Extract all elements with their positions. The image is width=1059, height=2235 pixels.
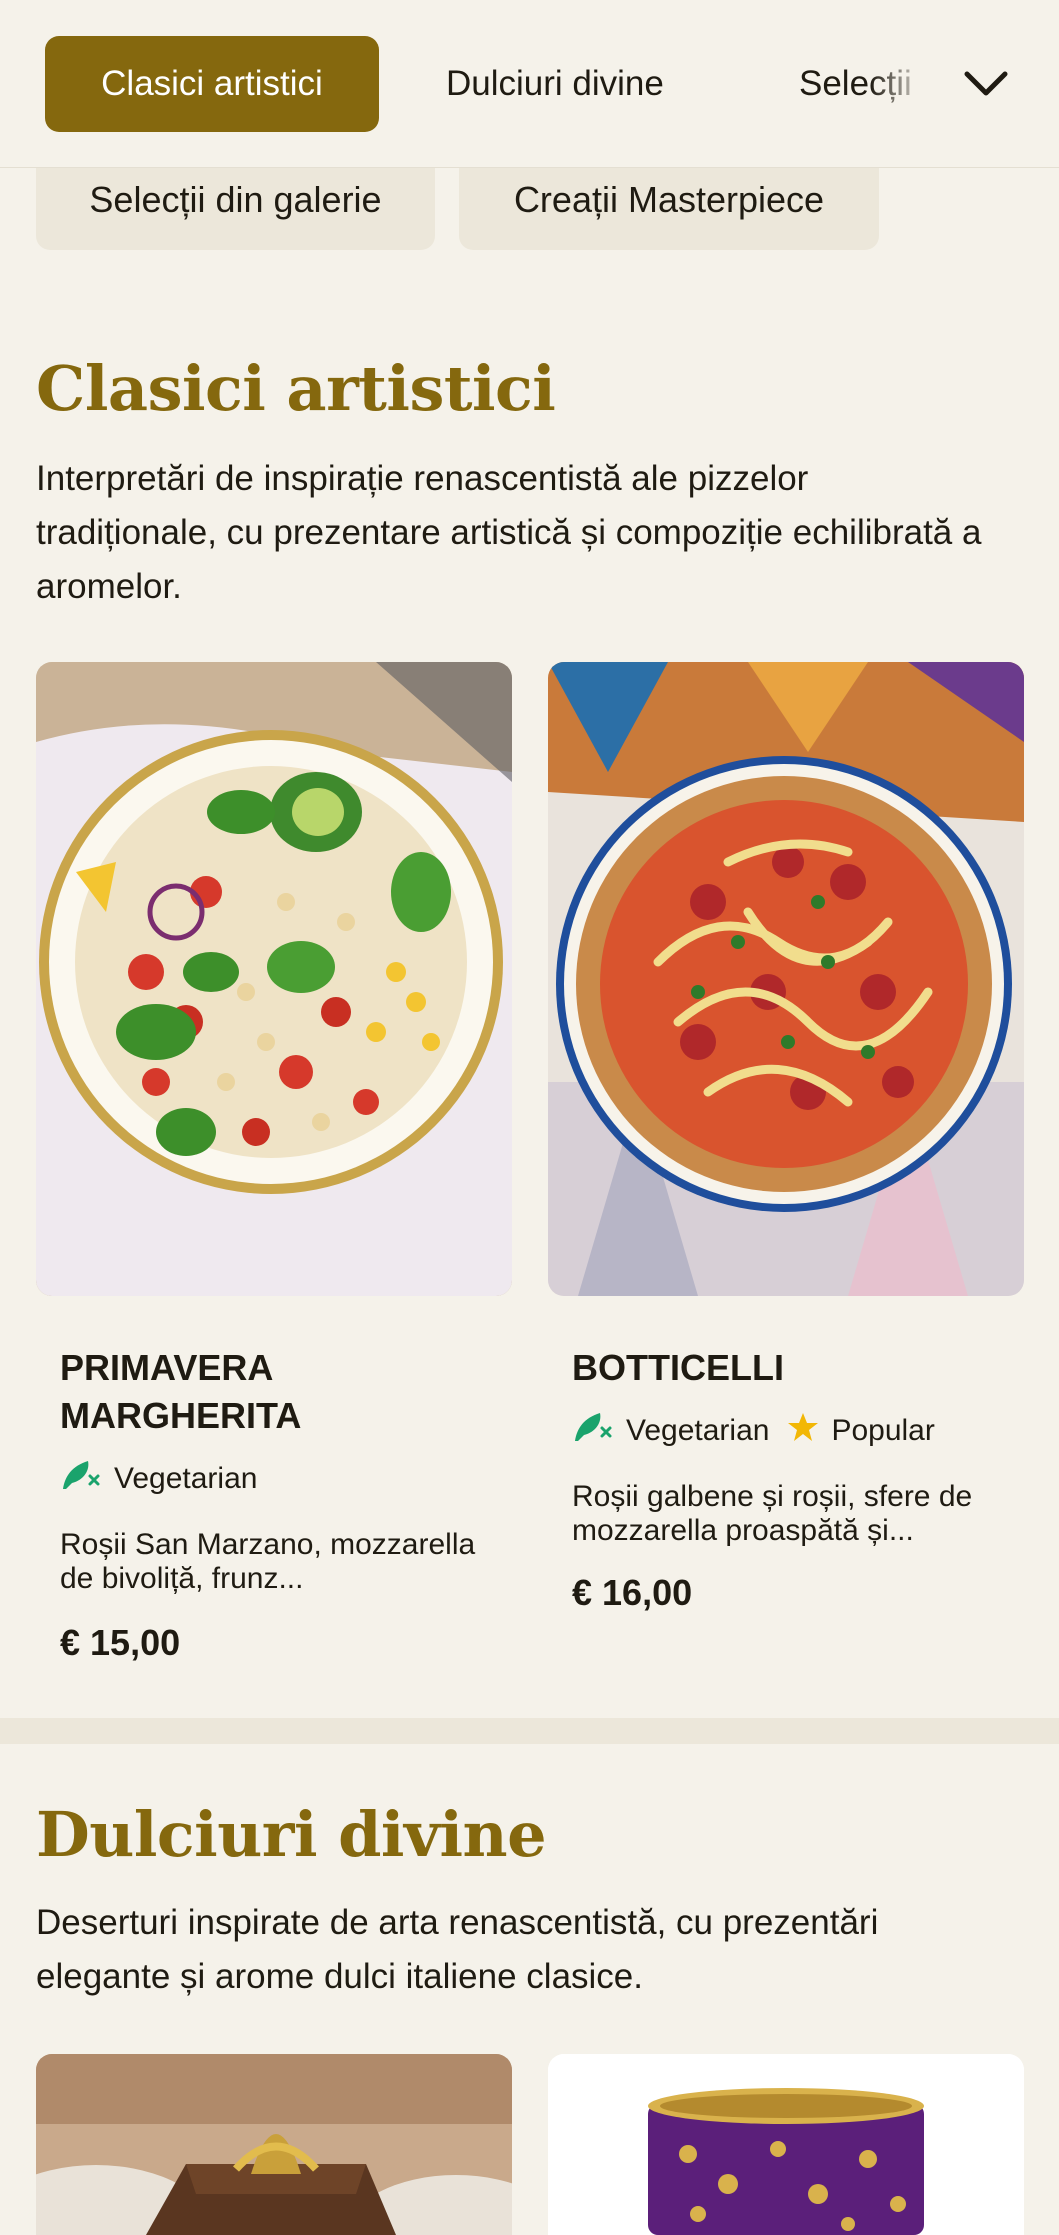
tag-label: Popular — [831, 1414, 935, 1447]
product-description: Roșii galbene și roșii, sfere de mozzare… — [572, 1480, 973, 1547]
tag-label: Vegetarian — [626, 1414, 770, 1447]
chevron-down-icon[interactable] — [960, 58, 1012, 110]
section-description: Deserturi inspirate de arta renascentist… — [36, 1903, 879, 1996]
product-image-dessert-cake[interactable] — [36, 2054, 512, 2235]
product-name: Primavera Margherita — [60, 1347, 302, 1436]
section-title: Clasici artistici — [36, 352, 556, 425]
product-card[interactable]: Primavera Margherita Vegetarian Roșii Sa… — [36, 662, 512, 1672]
tag-label: Vegetarian — [114, 1462, 258, 1495]
product-image-salad[interactable] — [36, 662, 512, 1296]
tab-clasici-artistici[interactable]: Clasici artistici — [45, 36, 379, 132]
product-name: Botticelli — [572, 1347, 784, 1388]
vegetarian-leaf-icon — [60, 1458, 102, 1500]
product-image-dessert-jar[interactable] — [548, 2054, 1024, 2235]
product-price: € 15,00 — [60, 1622, 181, 1663]
vegetarian-leaf-icon — [572, 1410, 614, 1452]
section-description: Interpretări de inspirație renascentistă… — [36, 459, 982, 606]
category-nav: Clasici artistici Dulciuri divine Selecț… — [0, 0, 1059, 168]
product-tags: Vegetarian Popular — [572, 1410, 941, 1452]
section-title: Dulciuri divine — [36, 1798, 547, 1871]
product-tags: Vegetarian — [60, 1458, 263, 1500]
section-divider — [0, 1718, 1059, 1744]
tab-selectii[interactable]: Selecții — [799, 36, 929, 132]
product-description: Roșii San Marzano, mozzarella de bivoliț… — [60, 1528, 476, 1595]
product-card[interactable] — [548, 2054, 1024, 2235]
product-price: € 16,00 — [572, 1572, 693, 1613]
product-card[interactable] — [36, 2054, 512, 2235]
star-icon — [787, 1411, 819, 1451]
product-image-pizza[interactable] — [548, 662, 1024, 1296]
product-card[interactable]: Botticelli Vegetarian Popular Roșii galb… — [548, 662, 1024, 1642]
tab-dulciuri-divine[interactable]: Dulciuri divine — [446, 36, 664, 132]
